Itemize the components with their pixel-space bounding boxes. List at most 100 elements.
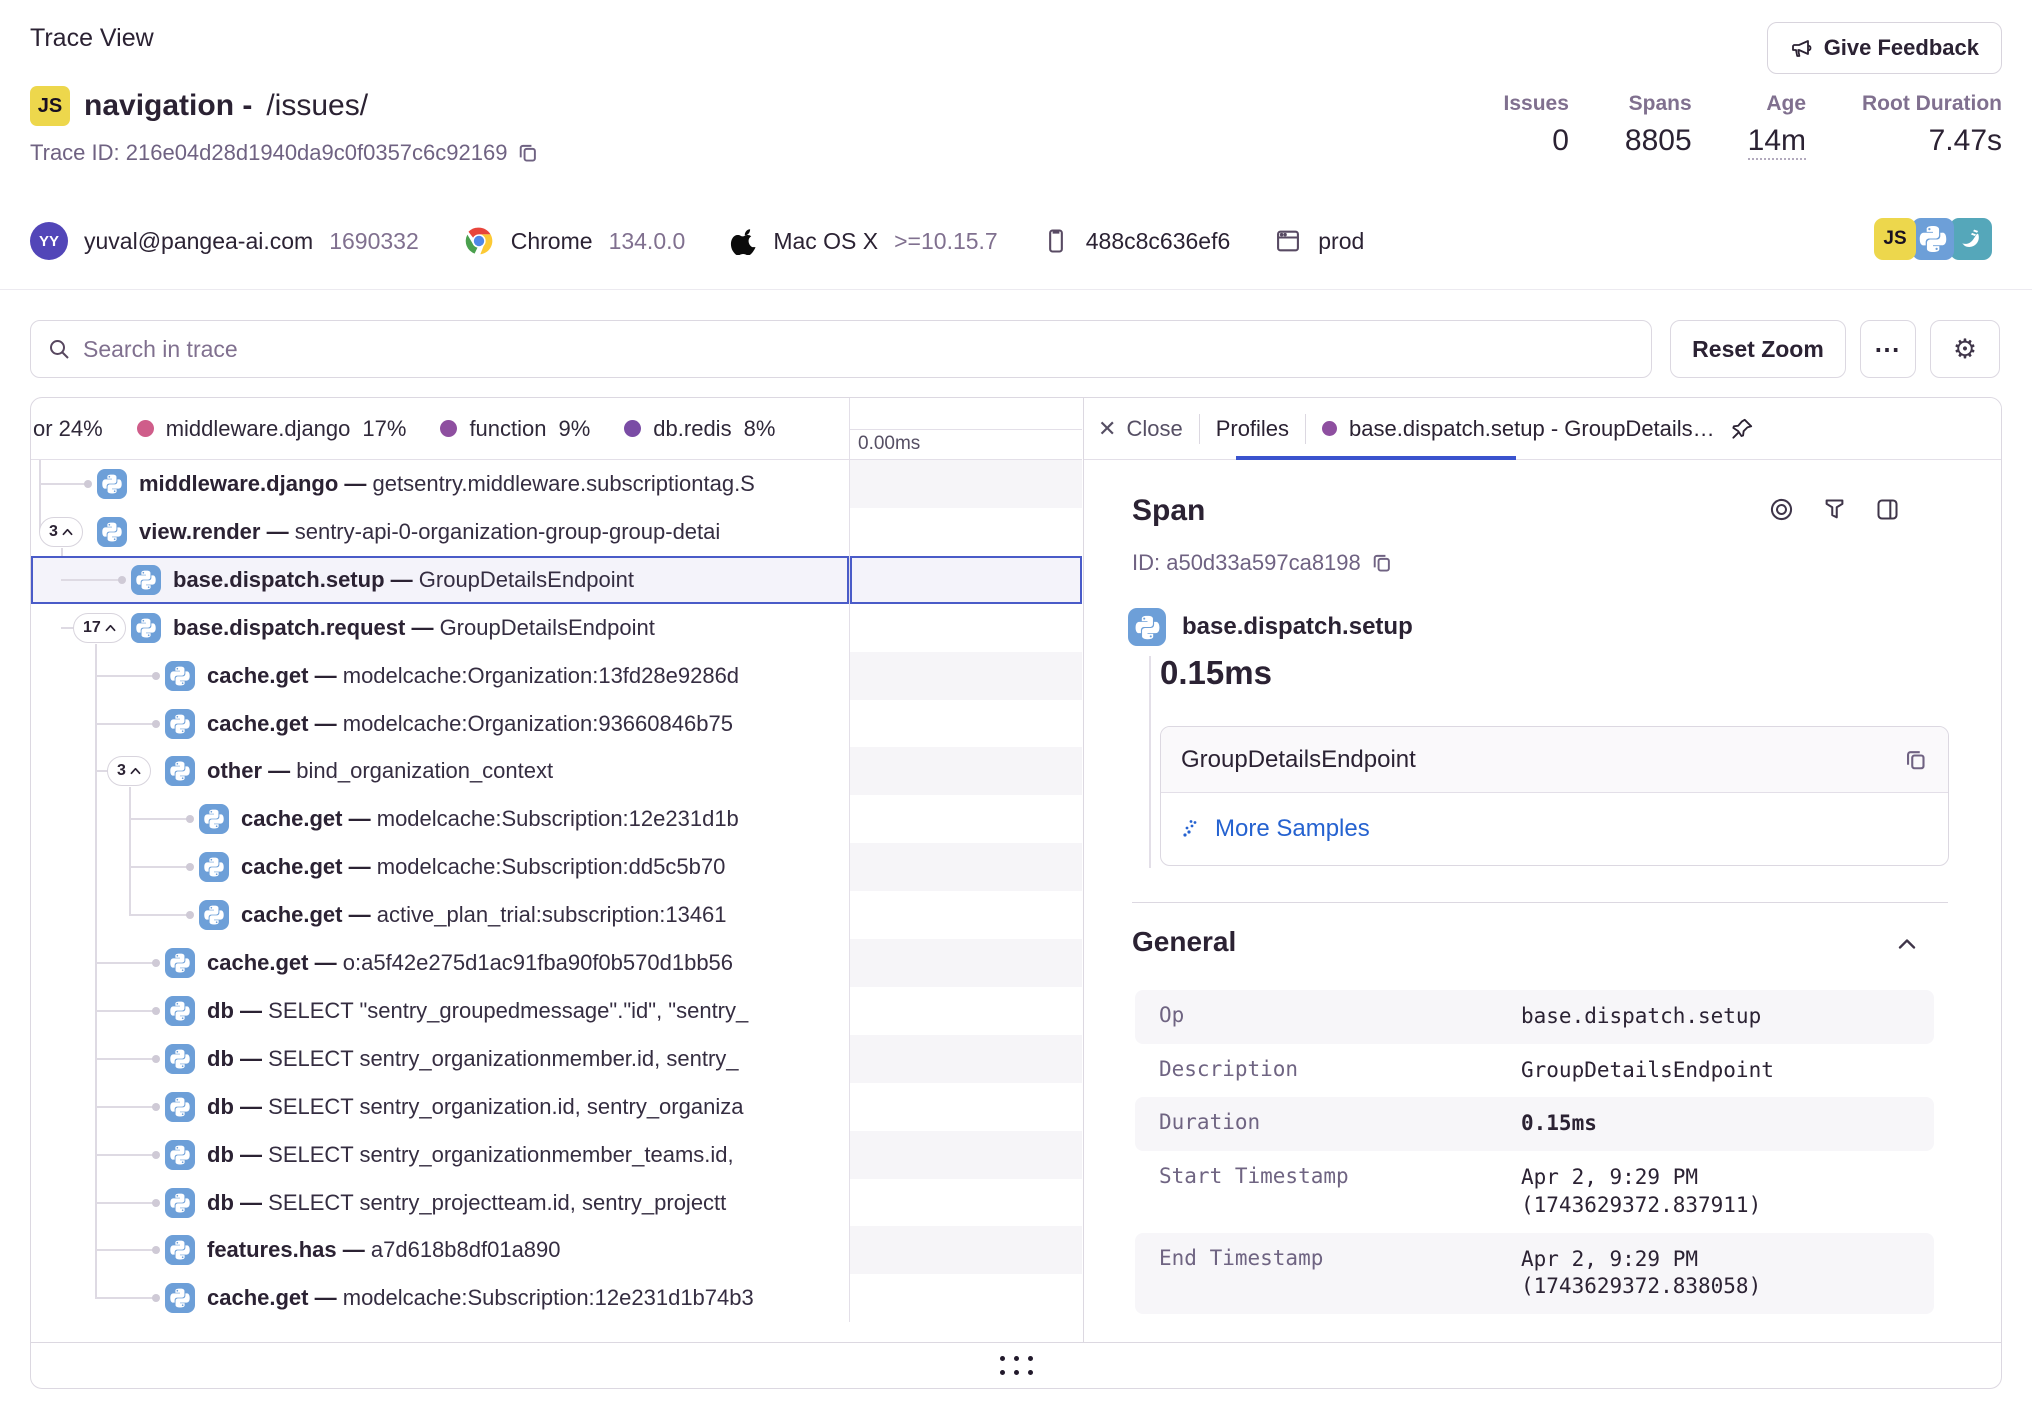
span-row-label-cell[interactable]: base.dispatch.setup — GroupDetailsEndpoi…	[31, 556, 849, 604]
span-row-label-cell[interactable]: middleware.django — getsentry.middleware…	[31, 460, 849, 508]
span-row[interactable]: cache.get — modelcache:Subscription:12e2…	[31, 1274, 1082, 1322]
close-drawer-button[interactable]: ✕ Close	[1098, 416, 1183, 442]
span-description: o:a5f42e275d1ac91fba90f0b570d1bb56	[343, 950, 733, 975]
span-row-waterfall-cell[interactable]	[849, 604, 1082, 652]
span-row[interactable]: db — SELECT sentry_organization.id, sent…	[31, 1083, 1082, 1131]
span-description: modelcache:Subscription:dd5c5b70	[377, 854, 726, 879]
span-row-waterfall-cell[interactable]	[849, 1179, 1082, 1227]
attribute-value: Apr 2, 9:29 PM(1743629372.838058)	[1521, 1246, 1934, 1301]
tree-connector-line	[95, 1106, 157, 1108]
span-row-label-cell[interactable]: cache.get — modelcache:Organization:9366…	[31, 700, 849, 748]
span-row-waterfall-cell[interactable]	[849, 652, 1082, 700]
span-row[interactable]: db — SELECT sentry_organizationmember_te…	[31, 1131, 1082, 1179]
span-row[interactable]: cache.get — o:a5f42e275d1ac91fba90f0b570…	[31, 939, 1082, 987]
span-row-waterfall-cell[interactable]	[849, 891, 1082, 939]
span-row-waterfall-cell[interactable]	[849, 1274, 1082, 1322]
page-title: Trace View	[30, 24, 154, 53]
span-row[interactable]: cache.get — active_plan_trial:subscripti…	[31, 891, 1082, 939]
more-samples-link[interactable]: More Samples	[1181, 815, 1370, 843]
tree-connector-line	[95, 1010, 157, 1012]
more-options-button[interactable]: ⋯	[1860, 320, 1916, 378]
search-input[interactable]	[83, 336, 1635, 363]
environment-name: prod	[1318, 228, 1364, 255]
tab-span-details[interactable]: base.dispatch.setup - GroupDetails…	[1322, 416, 1715, 442]
span-row-label-cell[interactable]: cache.get — modelcache:Subscription:12e2…	[31, 795, 849, 843]
span-row-waterfall-cell[interactable]	[849, 1131, 1082, 1179]
span-row-waterfall-cell[interactable]	[849, 1226, 1082, 1274]
span-row[interactable]: cache.get — modelcache:Subscription:dd5c…	[31, 843, 1082, 891]
span-row-label-cell[interactable]: 3 other — bind_organization_context	[31, 747, 849, 795]
tree-connector-line	[95, 1154, 157, 1156]
python-platform-icon	[165, 756, 195, 786]
tab-profiles[interactable]: Profiles	[1216, 416, 1289, 442]
span-row-waterfall-cell[interactable]	[849, 508, 1082, 556]
span-row-waterfall-cell[interactable]	[849, 460, 1082, 508]
javascript-platform-icon: JS	[1874, 218, 1916, 260]
span-row-waterfall-cell[interactable]	[849, 795, 1082, 843]
span-row-label-cell[interactable]: db — SELECT sentry_organizationmember.id…	[31, 1035, 849, 1083]
side-panel-icon[interactable]	[1874, 496, 1901, 523]
span-row-waterfall-cell[interactable]	[849, 939, 1082, 987]
span-row-waterfall-cell[interactable]	[849, 1035, 1082, 1083]
attribute-value: base.dispatch.setup	[1521, 1003, 1934, 1031]
reset-zoom-button[interactable]: Reset Zoom	[1670, 320, 1846, 378]
span-row[interactable]: db — SELECT sentry_projectteam.id, sentr…	[31, 1179, 1082, 1227]
span-description: getsentry.middleware.subscriptiontag.S	[373, 471, 755, 496]
span-row[interactable]: db — SELECT "sentry_groupedmessage"."id"…	[31, 987, 1082, 1035]
span-row-label-cell[interactable]: db — SELECT "sentry_groupedmessage"."id"…	[31, 987, 849, 1035]
span-row-label-cell[interactable]: cache.get — active_plan_trial:subscripti…	[31, 891, 849, 939]
span-row-label-cell[interactable]: cache.get — modelcache:Subscription:dd5c…	[31, 843, 849, 891]
span-row-waterfall-cell[interactable]	[849, 1083, 1082, 1131]
give-feedback-button[interactable]: Give Feedback	[1767, 22, 2002, 74]
focus-span-icon[interactable]	[1768, 496, 1795, 523]
settings-button[interactable]: ⚙	[1930, 320, 2000, 378]
span-row[interactable]: middleware.django — getsentry.middleware…	[31, 460, 1082, 508]
user-email: yuval@pangea-ai.com	[84, 228, 313, 255]
span-row[interactable]: features.has — a7d618b8df01a890	[31, 1226, 1082, 1274]
span-row[interactable]: cache.get — modelcache:Organization:9366…	[31, 700, 1082, 748]
copy-icon[interactable]	[1904, 748, 1928, 772]
span-row-label-cell[interactable]: features.has — a7d618b8df01a890	[31, 1226, 849, 1274]
pin-tab-icon[interactable]	[1729, 416, 1755, 442]
python-platform-icon	[1912, 218, 1954, 260]
copy-icon[interactable]	[517, 142, 539, 164]
span-row-label-cell[interactable]: cache.get — modelcache:Organization:13fd…	[31, 652, 849, 700]
python-platform-icon	[97, 469, 127, 499]
span-row-waterfall-cell[interactable]	[849, 987, 1082, 1035]
span-row[interactable]: 3 view.render — sentry-api-0-organizatio…	[31, 508, 1082, 556]
span-row-label-cell[interactable]: db — SELECT sentry_organization.id, sent…	[31, 1083, 849, 1131]
span-op-name: base.dispatch.setup	[1182, 613, 1413, 641]
copy-icon[interactable]	[1371, 552, 1393, 574]
general-section-title: General	[1132, 926, 1236, 958]
collapse-section-icon[interactable]	[1893, 930, 1921, 958]
span-row[interactable]: 17 base.dispatch.request — GroupDetailsE…	[31, 604, 1082, 652]
attribute-key: End Timestamp	[1159, 1246, 1521, 1301]
search-box[interactable]	[30, 320, 1652, 378]
drawer-resize-handle[interactable]	[30, 1343, 2002, 1389]
grip-dots-icon	[1000, 1356, 1033, 1375]
span-row-label-cell[interactable]: db — SELECT sentry_projectteam.id, sentr…	[31, 1179, 849, 1227]
chrome-icon	[463, 225, 495, 257]
span-row-waterfall-cell[interactable]	[849, 556, 1082, 604]
span-row-label: base.dispatch.request — GroupDetailsEndp…	[173, 615, 655, 641]
collapse-children-badge[interactable]: 17	[73, 613, 126, 643]
span-row-label: db — SELECT sentry_organization.id, sent…	[207, 1094, 743, 1120]
collapse-children-badge[interactable]: 3	[39, 517, 83, 547]
span-row-waterfall-cell[interactable]	[849, 843, 1082, 891]
span-row[interactable]: cache.get — modelcache:Subscription:12e2…	[31, 795, 1082, 843]
span-row-label-cell[interactable]: 17 base.dispatch.request — GroupDetailsE…	[31, 604, 849, 652]
span-row-label: cache.get — modelcache:Subscription:dd5c…	[241, 854, 725, 880]
span-row-selected[interactable]: base.dispatch.setup — GroupDetailsEndpoi…	[31, 556, 1082, 604]
span-row-label-cell[interactable]: db — SELECT sentry_organizationmember_te…	[31, 1131, 849, 1179]
os-name: Mac OS X	[773, 228, 878, 255]
span-row[interactable]: db — SELECT sentry_organizationmember.id…	[31, 1035, 1082, 1083]
span-row[interactable]: 3 other — bind_organization_context	[31, 747, 1082, 795]
collapse-children-badge[interactable]: 3	[107, 756, 151, 786]
funnel-icon[interactable]	[1821, 496, 1848, 523]
span-row[interactable]: cache.get — modelcache:Organization:13fd…	[31, 652, 1082, 700]
span-row-waterfall-cell[interactable]	[849, 747, 1082, 795]
span-row-waterfall-cell[interactable]	[849, 700, 1082, 748]
span-row-label-cell[interactable]: cache.get — modelcache:Subscription:12e2…	[31, 1274, 849, 1322]
span-row-label-cell[interactable]: cache.get — o:a5f42e275d1ac91fba90f0b570…	[31, 939, 849, 987]
span-row-label-cell[interactable]: 3 view.render — sentry-api-0-organizatio…	[31, 508, 849, 556]
